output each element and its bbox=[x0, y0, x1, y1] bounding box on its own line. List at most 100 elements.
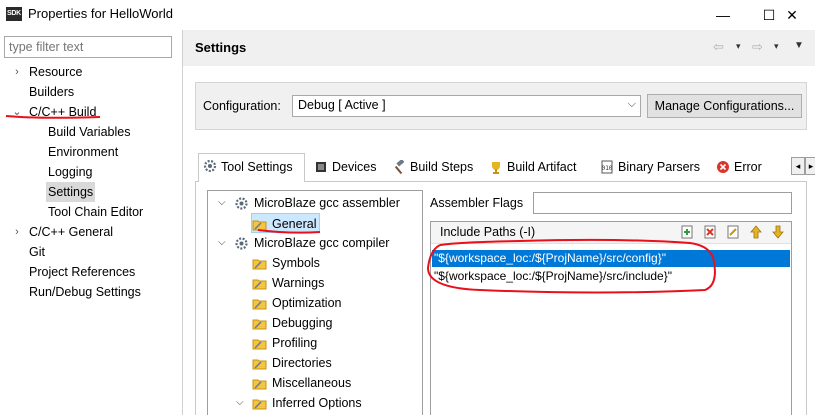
tree-item-optimization[interactable]: Optimization bbox=[252, 293, 341, 313]
tree-item-label: Warnings bbox=[272, 276, 325, 290]
tab-error[interactable]: Error bbox=[712, 155, 787, 181]
tree-item-miscellaneous[interactable]: Miscellaneous bbox=[252, 373, 351, 393]
tree-item-label: Symbols bbox=[272, 256, 320, 270]
nav-item-label: Settings bbox=[48, 185, 94, 199]
tree-item-label: Debugging bbox=[272, 316, 333, 330]
back-arrow-icon[interactable]: ⇦ bbox=[713, 39, 724, 55]
svg-text:010: 010 bbox=[602, 165, 613, 172]
forward-history-dropdown-icon[interactable]: ▾ bbox=[774, 41, 779, 52]
include-path-row[interactable]: "${workspace_loc:/${ProjName}/src/includ… bbox=[432, 268, 790, 285]
assembler-flags-label: Assembler Flags bbox=[430, 196, 524, 210]
collapse-arrow-icon[interactable]: ⌄ bbox=[11, 102, 23, 122]
move-up-icon[interactable] bbox=[748, 224, 764, 240]
move-down-icon[interactable] bbox=[770, 224, 786, 240]
tab-tool-settings[interactable]: Tool Settings bbox=[198, 153, 305, 182]
hammer-icon bbox=[394, 160, 405, 174]
assembler-flags-input[interactable] bbox=[533, 192, 792, 214]
close-button[interactable]: ✕ bbox=[769, 0, 815, 30]
folder-settings-icon bbox=[252, 279, 267, 290]
nav-item-resource[interactable]: › Resource bbox=[15, 62, 83, 82]
nav-item-label: C/C++ Build bbox=[29, 105, 97, 119]
tree-item-general[interactable]: General bbox=[251, 213, 321, 233]
tree-item-debugging[interactable]: Debugging bbox=[252, 313, 332, 333]
tree-item-label: Profiling bbox=[272, 336, 318, 350]
collapse-arrow-icon[interactable]: ⌵ bbox=[218, 193, 226, 213]
nav-item-label: Tool Chain Editor bbox=[48, 205, 144, 219]
tab-scroll-left-button[interactable]: ◂ bbox=[791, 157, 805, 175]
window-title: Properties for HelloWorld bbox=[28, 6, 173, 21]
nav-item-label: Git bbox=[29, 245, 45, 259]
folder-settings-icon bbox=[252, 359, 267, 370]
tab-strip: Tool Settings Devices Build Steps Build … bbox=[195, 153, 807, 182]
tree-item-warnings[interactable]: Warnings bbox=[252, 273, 324, 293]
tab-build-steps[interactable]: Build Steps bbox=[388, 155, 480, 181]
include-path-row[interactable]: "${workspace_loc:/${ProjName}/src/config… bbox=[432, 250, 790, 267]
nav-item-label: Build Variables bbox=[48, 125, 131, 139]
tab-label: Binary Parsers bbox=[618, 160, 700, 174]
tab-binary-parsers[interactable]: 010 Binary Parsers bbox=[596, 155, 707, 181]
configuration-value: Debug [ Active ] bbox=[298, 98, 386, 112]
nav-item-label: Logging bbox=[48, 165, 93, 179]
nav-item-environment[interactable]: Environment bbox=[48, 142, 118, 162]
nav-item-project-references[interactable]: Project References bbox=[29, 262, 135, 282]
page-title: Settings bbox=[195, 40, 247, 55]
edit-icon[interactable] bbox=[725, 224, 741, 240]
forward-arrow-icon[interactable]: ⇨ bbox=[752, 39, 763, 55]
tab-label: Build Steps bbox=[410, 160, 474, 174]
error-icon bbox=[717, 161, 729, 173]
vertical-scrollbar[interactable] bbox=[795, 181, 807, 415]
folder-settings-icon bbox=[252, 319, 267, 330]
tab-build-artifact[interactable]: Build Artifact bbox=[485, 155, 591, 181]
tree-item-inferred-options[interactable]: ⌵ Inferred Options bbox=[236, 393, 362, 413]
nav-item-builders[interactable]: Builders bbox=[29, 82, 74, 102]
tree-item-assembler[interactable]: ⌵ MicroBlaze gcc assembler bbox=[218, 193, 400, 213]
tree-item-label: MicroBlaze gcc assembler bbox=[254, 196, 400, 210]
add-icon[interactable] bbox=[679, 224, 695, 240]
back-history-dropdown-icon[interactable]: ▾ bbox=[736, 41, 741, 52]
tree-item-directories[interactable]: Directories bbox=[252, 353, 332, 373]
app-logo-icon: SDK bbox=[6, 7, 22, 21]
delete-icon[interactable] bbox=[702, 224, 718, 240]
binary-file-icon: 010 bbox=[601, 160, 613, 174]
nav-item-cpp-general[interactable]: › C/C++ General bbox=[15, 222, 113, 242]
tab-scroll-right-button[interactable]: ▸ bbox=[805, 157, 815, 175]
view-menu-icon[interactable]: ▼ bbox=[794, 40, 804, 51]
nav-item-label: Run/Debug Settings bbox=[29, 285, 141, 299]
tree-item-label: MicroBlaze gcc compiler bbox=[254, 236, 390, 250]
panel-splitter[interactable] bbox=[182, 30, 183, 415]
tool-settings-tree: ⌵ MicroBlaze gcc assembler General ⌵ Mic… bbox=[207, 190, 423, 415]
tab-devices[interactable]: Devices bbox=[310, 155, 383, 181]
chevron-down-icon: ⌵ bbox=[627, 98, 636, 110]
tab-label: Tool Settings bbox=[221, 160, 293, 174]
nav-item-label: Resource bbox=[29, 65, 83, 79]
tree-item-compiler[interactable]: ⌵ MicroBlaze gcc compiler bbox=[218, 233, 390, 253]
nav-item-label: Builders bbox=[29, 85, 75, 99]
tree-item-profiling[interactable]: Profiling bbox=[252, 333, 317, 353]
folder-settings-icon bbox=[252, 259, 267, 270]
collapse-arrow-icon[interactable]: ⌵ bbox=[218, 233, 226, 253]
filter-input[interactable] bbox=[4, 36, 172, 58]
tree-item-symbols[interactable]: Symbols bbox=[252, 253, 320, 273]
tree-item-label: Directories bbox=[272, 356, 332, 370]
configuration-label: Configuration: bbox=[203, 99, 281, 113]
tree-item-label: Inferred Options bbox=[272, 396, 362, 410]
tree-item-label: Miscellaneous bbox=[272, 376, 352, 390]
manage-configurations-button[interactable]: Manage Configurations... bbox=[647, 94, 802, 118]
nav-item-run-debug-settings[interactable]: Run/Debug Settings bbox=[29, 282, 141, 302]
expand-arrow-icon[interactable]: › bbox=[11, 222, 23, 242]
nav-item-git[interactable]: Git bbox=[29, 242, 45, 262]
tree-item-label: General bbox=[272, 217, 317, 231]
collapse-arrow-icon[interactable]: ⌵ bbox=[236, 393, 244, 413]
minimize-button[interactable]: — bbox=[700, 0, 746, 30]
gear-icon bbox=[203, 159, 217, 173]
configuration-select[interactable]: Debug [ Active ] ⌵ bbox=[292, 95, 641, 117]
expand-arrow-icon[interactable]: › bbox=[11, 62, 23, 82]
nav-item-build-variables[interactable]: Build Variables bbox=[48, 122, 130, 142]
tree-item-label: Optimization bbox=[272, 296, 342, 310]
nav-item-cpp-build[interactable]: ⌄ C/C++ Build bbox=[12, 102, 97, 122]
chip-icon bbox=[316, 162, 326, 172]
nav-item-settings[interactable]: Settings bbox=[46, 182, 96, 202]
nav-item-logging[interactable]: Logging bbox=[48, 162, 93, 182]
tab-label: Error bbox=[734, 160, 762, 174]
nav-item-tool-chain-editor[interactable]: Tool Chain Editor bbox=[48, 202, 143, 222]
